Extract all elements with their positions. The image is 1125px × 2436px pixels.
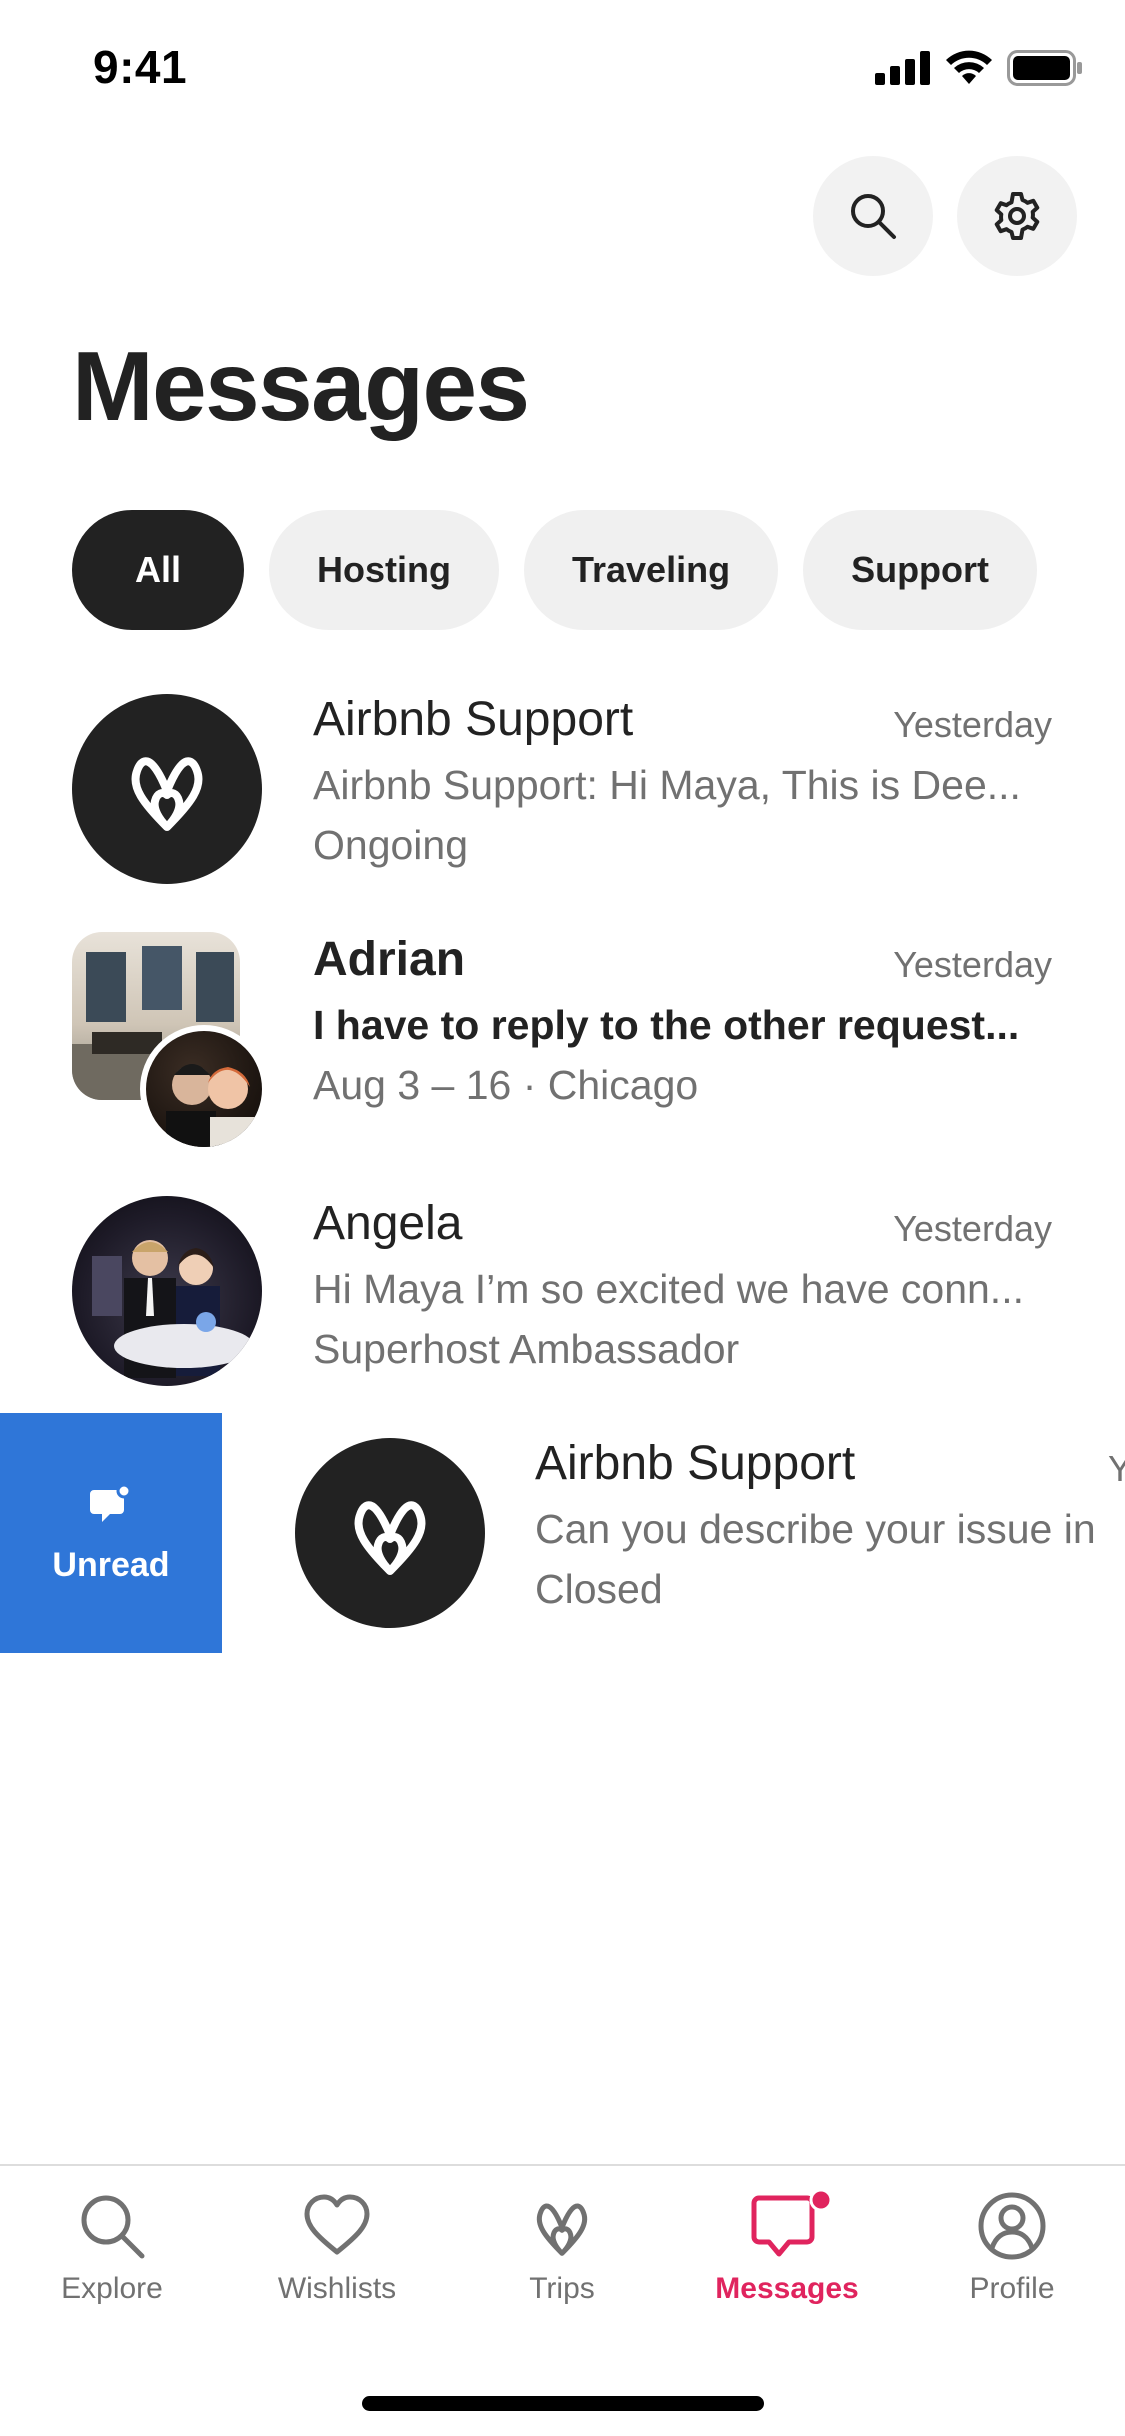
search-icon (81, 2195, 145, 2259)
message-time: Yesterday (893, 704, 1052, 745)
filter-chip-hosting[interactable]: Hosting (269, 510, 499, 630)
nav-label: Wishlists (277, 2272, 397, 2305)
battery-icon (1007, 50, 1082, 86)
home-indicator (362, 2396, 764, 2411)
heart-icon (304, 2194, 370, 2255)
message-status: Closed (535, 1566, 663, 1612)
message-status: Ongoing (313, 822, 469, 868)
nav-wishlists[interactable]: Wishlists (237, 2190, 437, 2306)
trip-details: Aug 3 – 16 · Chicago (313, 1062, 699, 1108)
status-icons (875, 50, 1083, 86)
nav-label: Trips (529, 2272, 595, 2305)
airbnb-logo-icon (536, 2203, 588, 2256)
page-title: Messages (72, 331, 530, 441)
nav-messages[interactable]: Messages (687, 2190, 887, 2306)
message-time: Yesterday (893, 1208, 1052, 1249)
message-preview: Hi Maya I’m so excited we have conn... (313, 1266, 1024, 1312)
message-time: Y (1108, 1448, 1125, 1489)
message-preview: I have to reply to the other request... (313, 1002, 1020, 1048)
airbnb-support-avatar (295, 1438, 485, 1628)
nav-profile[interactable]: Profile (912, 2190, 1112, 2306)
message-preview: Can you describe your issue in (535, 1506, 1096, 1552)
airbnb-support-avatar (72, 694, 262, 884)
status-bar: 9:41 (0, 0, 1125, 140)
nav-explore[interactable]: Explore (12, 2190, 212, 2306)
message-icon (751, 2190, 833, 2257)
mark-unread-button[interactable]: Unread (0, 1413, 222, 1653)
message-time: Yesterday (893, 944, 1052, 985)
angela-avatar (72, 1196, 262, 1386)
unread-message-icon (90, 1483, 132, 1522)
settings-button[interactable] (957, 156, 1077, 276)
search-button[interactable] (813, 156, 933, 276)
nav-label: Explore (61, 2272, 163, 2305)
filter-chip-traveling[interactable]: Traveling (524, 510, 779, 630)
nav-label: Profile (969, 2272, 1055, 2305)
message-name: Airbnb Support (535, 1437, 856, 1490)
search-icon (851, 194, 896, 239)
cellular-signal-icon (875, 51, 930, 85)
profile-icon (978, 2192, 1046, 2260)
filter-chips: All Hosting Traveling Support (72, 510, 1038, 630)
message-name: Airbnb Support (313, 693, 634, 746)
notification-badge (809, 2190, 833, 2212)
status-time: 9:41 (93, 41, 188, 93)
message-subtitle: Superhost Ambassador (313, 1326, 740, 1372)
message-name: Angela (313, 1197, 463, 1250)
guest-avatar (140, 1025, 268, 1153)
message-preview: Airbnb Support: Hi Maya, This is Dee... (313, 762, 1021, 808)
airbnb-logo-icon (354, 1501, 426, 1575)
filter-chip-support[interactable]: Support (803, 510, 1038, 630)
airbnb-logo-icon (131, 757, 203, 831)
filter-chip-all[interactable]: All (72, 510, 245, 630)
nav-trips[interactable]: Trips (462, 2190, 662, 2306)
message-name: Adrian (313, 933, 466, 986)
nav-label: Messages (715, 2272, 859, 2305)
unread-label: Unread (52, 1545, 170, 1584)
gear-icon (994, 192, 1040, 240)
wifi-icon (946, 50, 992, 84)
